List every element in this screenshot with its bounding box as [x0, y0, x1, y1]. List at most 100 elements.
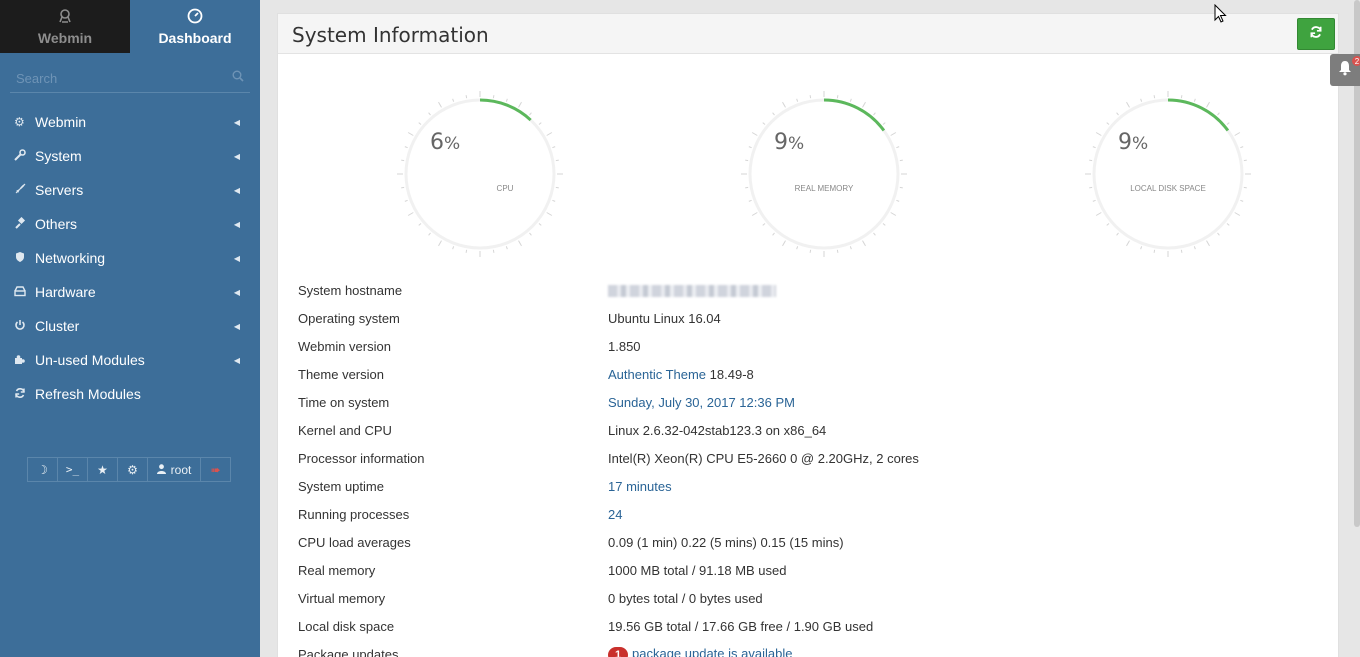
- info-value: 19.56 GB total / 17.66 GB free / 1.90 GB…: [608, 618, 874, 634]
- gauge-tick: [1140, 246, 1143, 250]
- sidebar-item-hardware[interactable]: Hardware ◀: [0, 275, 260, 309]
- tab-webmin[interactable]: Webmin: [0, 0, 130, 53]
- gauge-tick: [1116, 232, 1119, 236]
- info-row-webmin-version: Webmin version 1.850: [298, 332, 1318, 360]
- favorites-button[interactable]: ★: [87, 457, 118, 482]
- uptime-link[interactable]: 17 minutes: [608, 479, 672, 494]
- bell-icon: [1337, 60, 1353, 81]
- info-value: 0 bytes total / 0 bytes used: [608, 590, 763, 606]
- gauge-tick: [782, 101, 786, 108]
- info-value: Authentic Theme 18.49-8: [608, 367, 754, 382]
- gauge-tick: [1240, 199, 1244, 202]
- user-icon: [156, 463, 166, 477]
- gauge-tick: [546, 132, 553, 136]
- info-key: Virtual memory: [298, 590, 386, 606]
- gauge-tick: [1106, 223, 1110, 226]
- sidebar-item-cluster[interactable]: Cluster ◀: [0, 309, 260, 343]
- gauge-tick: [428, 112, 431, 116]
- sidebar-item-label: System: [35, 148, 82, 164]
- sidebar-item-unused-modules[interactable]: Un-used Modules ◀: [0, 343, 260, 377]
- gauge-tick: [546, 212, 553, 216]
- sidebar-item-networking[interactable]: Networking ◀: [0, 241, 260, 275]
- gauge-tick: [1240, 146, 1244, 149]
- gauge-tick: [796, 98, 799, 102]
- gauge-dial: [397, 91, 563, 257]
- gauge-tick: [401, 159, 405, 162]
- gauge-label: REAL MEMORY: [794, 184, 854, 193]
- search-input[interactable]: [10, 71, 220, 86]
- gauge-tick: [1095, 212, 1102, 216]
- gauge-tick: [899, 159, 903, 162]
- gauge-tick: [538, 122, 542, 125]
- time-link[interactable]: Sunday, July 30, 2017 12:36 PM: [608, 395, 795, 410]
- gauge-tick: [552, 199, 556, 202]
- theme-config-button[interactable]: ⚙: [117, 457, 148, 482]
- gauge-value-arc: [823, 98, 886, 132]
- notifications-button[interactable]: 2: [1330, 54, 1360, 86]
- processes-link[interactable]: 24: [608, 507, 622, 522]
- gauge-tick: [452, 246, 455, 250]
- gauge-tick: [1095, 132, 1102, 136]
- gauge-tick: [1092, 199, 1096, 202]
- logout-button[interactable]: ➠: [200, 457, 231, 482]
- local-disk-gauge: 9% LOCAL DISK SPACE: [1078, 84, 1258, 264]
- info-key: Theme version: [298, 366, 384, 382]
- gauge-tick: [1193, 98, 1196, 102]
- gauge-tick: [518, 240, 522, 247]
- gauge-tick: [1153, 95, 1156, 99]
- info-value: 1 package update is available: [608, 646, 792, 657]
- info-key: Running processes: [298, 506, 410, 522]
- gauge-tick: [1106, 122, 1110, 125]
- info-key: Time on system: [298, 394, 390, 410]
- gauge-tick: [849, 246, 852, 250]
- info-value: 1.850: [608, 338, 641, 354]
- search-icon[interactable]: [232, 70, 244, 85]
- gauge-tick: [404, 199, 408, 202]
- gauges-row: 6% CPU 9% REAL MEMORY 9% LOCAL DISK SPAC…: [278, 84, 1338, 264]
- gauge-tick: [1206, 240, 1210, 247]
- gauge-tick: [538, 223, 542, 226]
- tab-dashboard[interactable]: Dashboard: [130, 0, 260, 53]
- info-key: Processor information: [298, 450, 425, 466]
- terminal-button[interactable]: >_: [57, 457, 88, 482]
- night-mode-button[interactable]: ☽: [27, 457, 58, 482]
- sidebar-item-label: Webmin: [35, 114, 87, 130]
- sidebar-item-label: Hardware: [35, 284, 96, 300]
- system-info-table: System hostname Operating system Ubuntu …: [298, 276, 1318, 657]
- caret-left-icon: ◀: [233, 219, 240, 229]
- info-row-time: Time on system Sunday, July 30, 2017 12:…: [298, 388, 1318, 416]
- gauge-tick: [1217, 232, 1220, 236]
- user-button[interactable]: root: [147, 457, 201, 482]
- gauge-tick: [555, 159, 559, 162]
- sidebar-item-refresh-modules[interactable]: Refresh Modules: [0, 377, 260, 411]
- gauge-tick: [465, 249, 468, 253]
- wrench-icon: [14, 148, 35, 164]
- sidebar-item-servers[interactable]: Servers ◀: [0, 173, 260, 207]
- gauge-track: [404, 98, 556, 250]
- info-value: [608, 283, 776, 298]
- user-name: root: [170, 462, 192, 477]
- cpu-gauge: 6% CPU: [390, 84, 570, 264]
- sidebar-item-label: Refresh Modules: [35, 386, 141, 402]
- info-key: Webmin version: [298, 338, 391, 354]
- gauge-tick: [529, 112, 532, 116]
- cogs-icon: ⚙: [127, 462, 138, 477]
- top-nav: Webmin Dashboard: [0, 0, 260, 53]
- package-updates-link[interactable]: package update is available: [632, 646, 792, 657]
- sidebar-item-system[interactable]: System ◀: [0, 139, 260, 173]
- info-key: System uptime: [298, 478, 384, 494]
- caret-left-icon: ◀: [233, 117, 240, 127]
- caret-left-icon: ◀: [233, 151, 240, 161]
- gauge-tick: [407, 132, 414, 136]
- dashboard-gauge-icon: [187, 8, 203, 25]
- caret-left-icon: ◀: [233, 321, 240, 331]
- gauge-tick: [1140, 98, 1143, 102]
- info-row-uptime: System uptime 17 minutes: [298, 472, 1318, 500]
- sidebar-item-webmin[interactable]: ⚙ Webmin ◀: [0, 105, 260, 139]
- sidebar: Webmin Dashboard ⚙ Webmin ◀ System ◀: [0, 0, 260, 657]
- theme-link[interactable]: Authentic Theme: [608, 367, 706, 382]
- mouse-cursor-icon: [1214, 4, 1227, 23]
- sidebar-item-others[interactable]: Others ◀: [0, 207, 260, 241]
- refresh-button[interactable]: [1297, 18, 1335, 50]
- caret-left-icon: ◀: [233, 355, 240, 365]
